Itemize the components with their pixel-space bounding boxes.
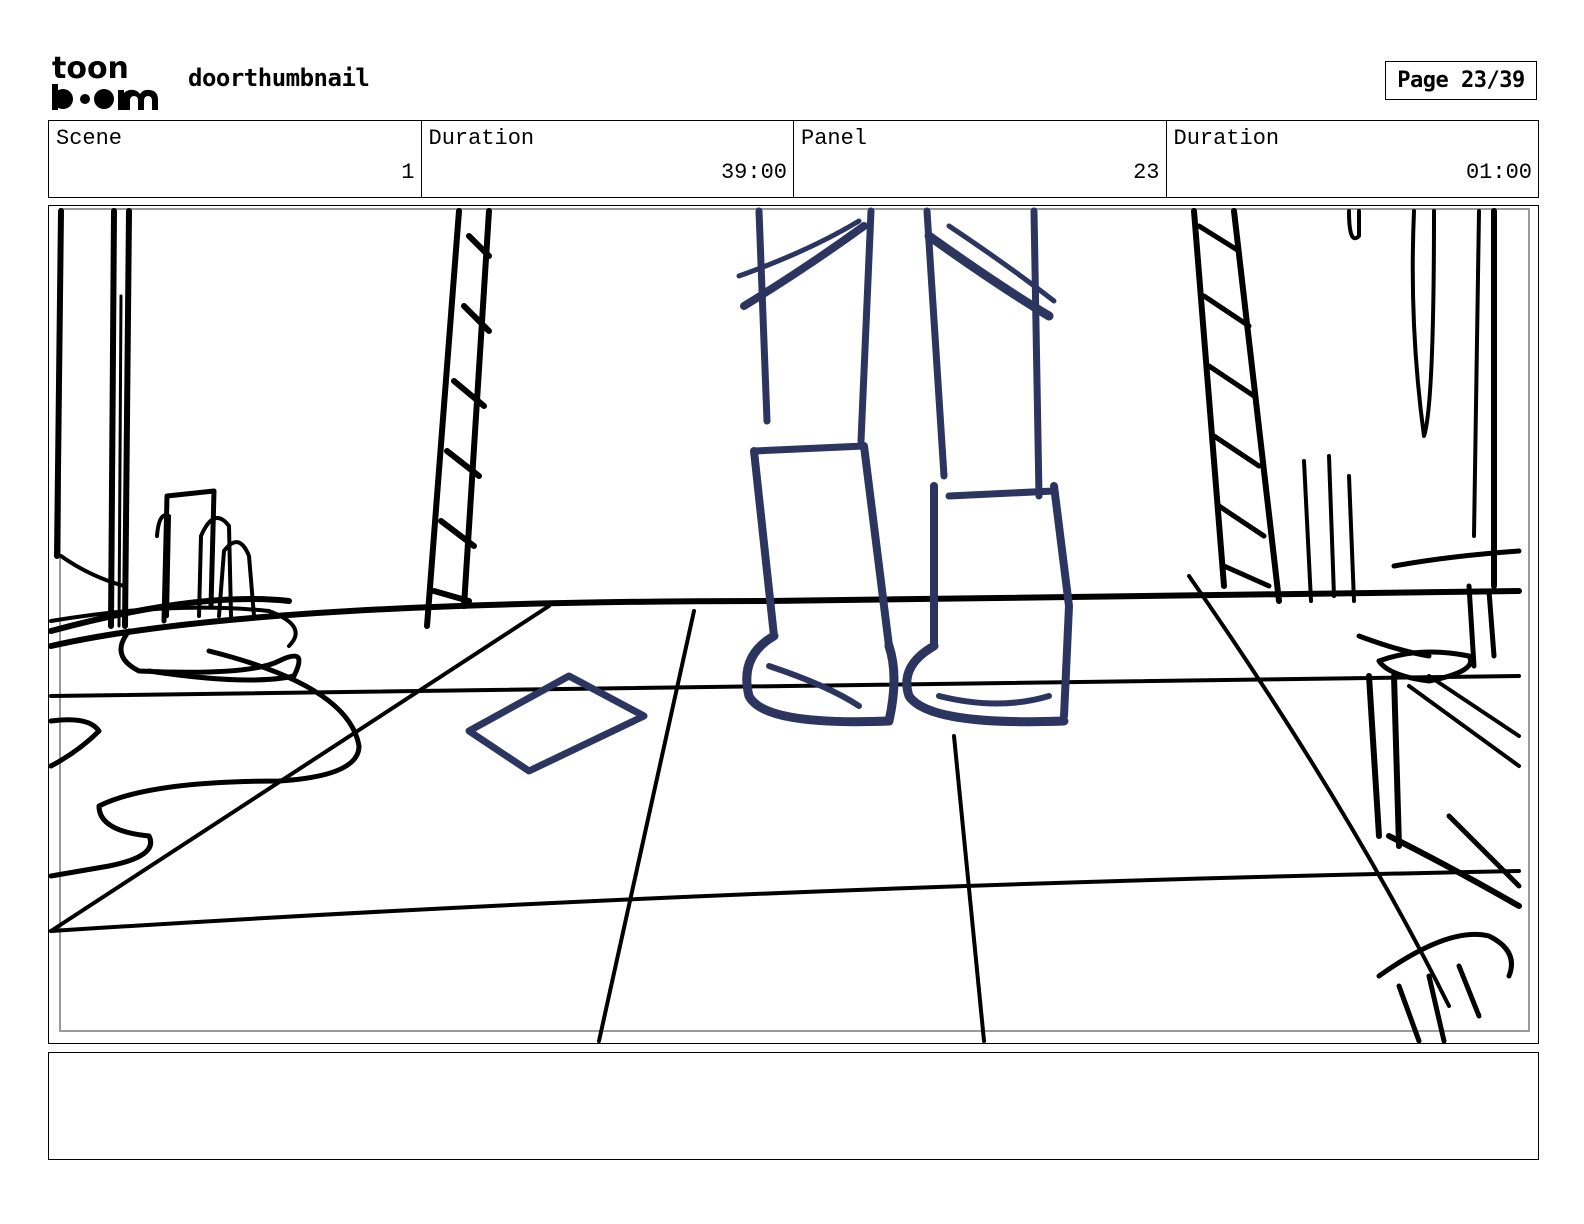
page-indicator-text: Page 23/39 [1397,68,1525,93]
scene-label: Scene [56,126,123,151]
panel-sketch [49,207,1530,1043]
background-sketch [49,208,1522,1043]
character-legs-sketch [736,207,1073,727]
panel-label: Panel [801,126,868,151]
panel-value: 23 [1133,160,1160,185]
scene-value: 1 [401,160,415,185]
storyboard-panel [48,205,1539,1044]
panel-cell: Panel 23 [794,121,1167,197]
panel-duration-cell: Duration 01:00 [1167,121,1539,197]
project-title: doorthumbnail [188,64,370,92]
page-indicator: Page 23/39 [1385,61,1537,100]
safe-area-frame [59,208,1530,1032]
scene-duration-value: 39:00 [720,160,787,185]
scene-cell: Scene 1 [49,121,422,197]
logo-text-top: toon [52,52,129,86]
panel-duration-label: Duration [1173,126,1280,151]
scene-duration-cell: Duration 39:00 [422,121,794,197]
panel-duration-value: 01:00 [1465,160,1532,185]
panel-info-table: Scene 1 Duration 39:00 Panel 23 Duration… [48,120,1539,198]
toonboom-logo: toon [52,52,164,110]
scene-duration-label: Duration [428,126,535,151]
panel-notes-box [48,1052,1539,1160]
